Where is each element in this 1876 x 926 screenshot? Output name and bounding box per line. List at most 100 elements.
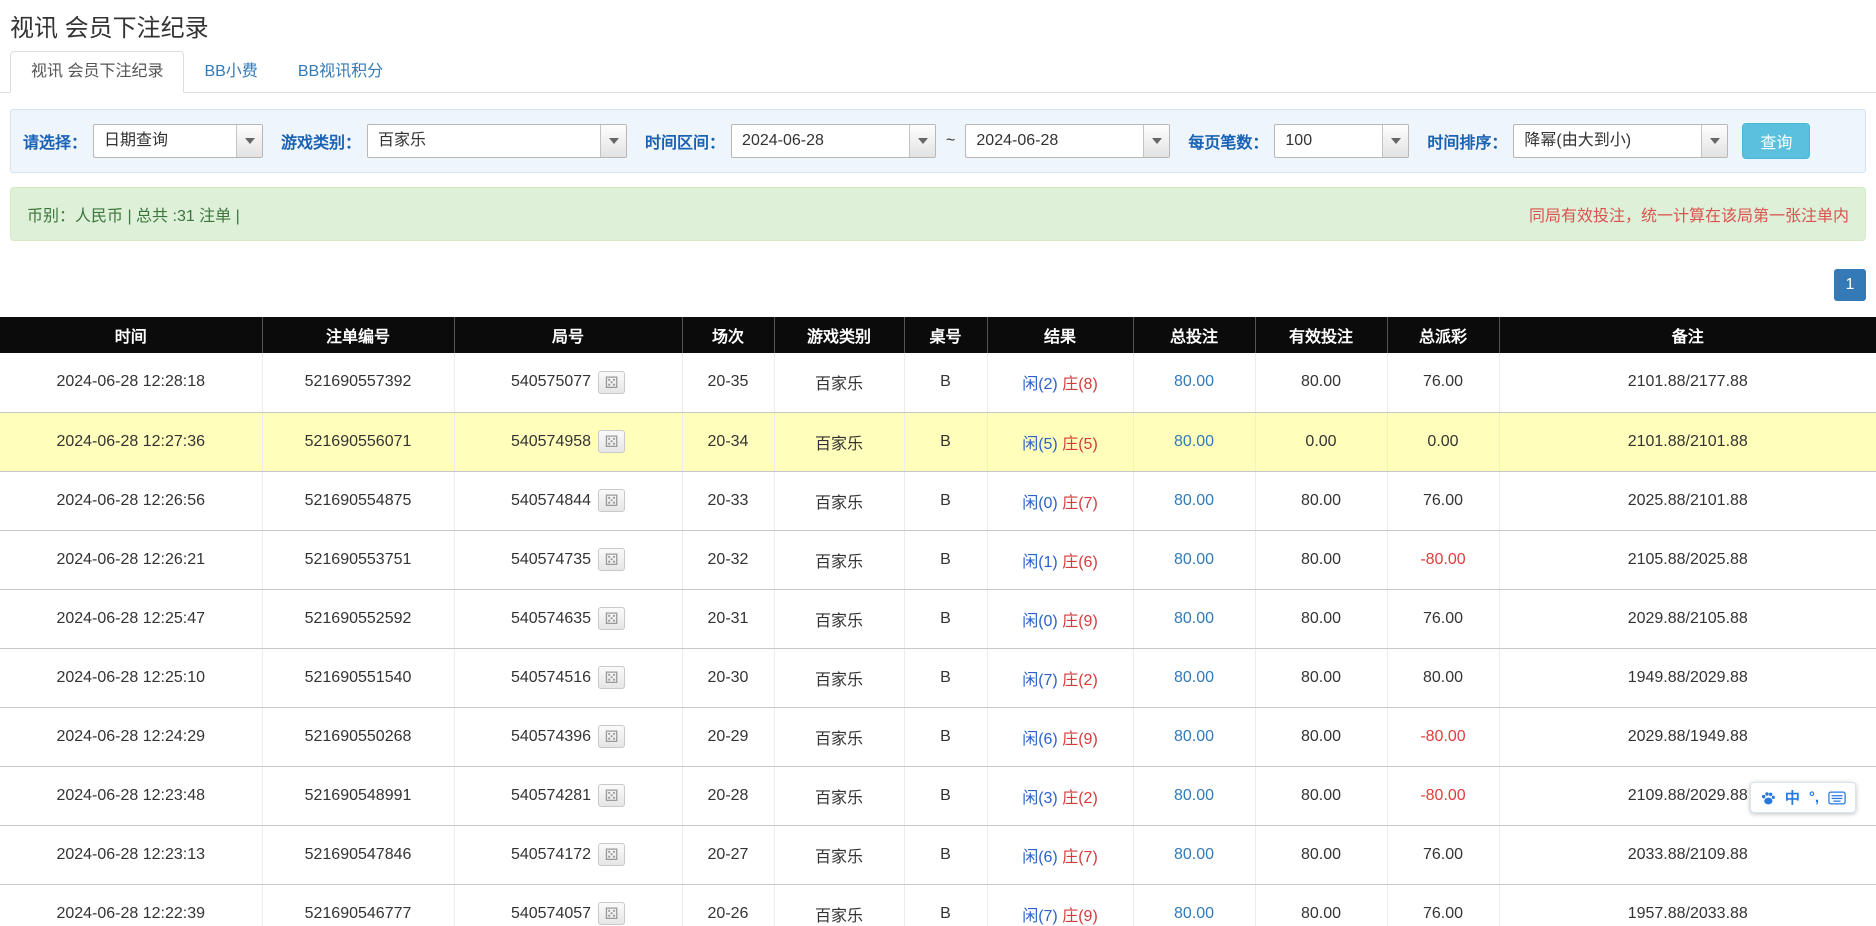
dice-icon[interactable]: ⚄	[598, 666, 625, 689]
round-id: 540574844	[511, 492, 591, 510]
total-bet-link[interactable]: 80.00	[1174, 728, 1214, 745]
cell-game-type: 百家乐	[774, 471, 904, 530]
ime-toolbar[interactable]: 中 °,	[1750, 782, 1856, 813]
payout-value: 76.00	[1423, 492, 1463, 509]
ime-lang-icon[interactable]: 中	[1785, 787, 1800, 808]
sort-order-select[interactable]: 降幂(由大到小)	[1513, 124, 1728, 158]
banker-result: 庄(6)	[1062, 554, 1098, 571]
dice-icon[interactable]: ⚄	[598, 430, 625, 453]
total-bet-link[interactable]: 80.00	[1174, 787, 1214, 804]
total-bet-link[interactable]: 80.00	[1174, 905, 1214, 922]
search-button[interactable]: 查询	[1742, 123, 1810, 159]
banker-result: 庄(5)	[1062, 436, 1098, 453]
dice-icon[interactable]: ⚄	[598, 371, 625, 394]
cell-session: 20-28	[682, 766, 774, 825]
total-bet-link[interactable]: 80.00	[1174, 433, 1214, 450]
ime-keyboard-icon[interactable]	[1828, 791, 1846, 805]
dice-icon[interactable]: ⚄	[598, 489, 625, 512]
table-row: 2024-06-28 12:25:47521690552592540574635…	[0, 589, 1876, 648]
dice-icon[interactable]: ⚄	[598, 902, 625, 925]
col-header-table: 桌号	[904, 317, 987, 353]
chevron-down-icon[interactable]	[1382, 125, 1408, 157]
cell-total-bet: 80.00	[1133, 707, 1255, 766]
cell-round: 540574057⚄	[454, 884, 682, 926]
cell-round: 540574635⚄	[454, 589, 682, 648]
cell-game-type: 百家乐	[774, 353, 904, 412]
payout-value: 0.00	[1427, 433, 1458, 450]
cell-session: 20-33	[682, 471, 774, 530]
cell-remark: 2029.88/1949.88	[1499, 707, 1876, 766]
ime-paw-icon[interactable]	[1760, 790, 1776, 806]
dice-icon[interactable]: ⚄	[598, 784, 625, 807]
chevron-down-icon[interactable]	[909, 125, 935, 157]
table-row: 2024-06-28 12:23:48521690548991540574281…	[0, 766, 1876, 825]
cell-payout: -80.00	[1387, 707, 1499, 766]
date-from-input[interactable]: 2024-06-28	[731, 124, 936, 158]
tab-betting-records[interactable]: 视讯 会员下注纪录	[10, 51, 184, 93]
cell-time: 2024-06-28 12:28:18	[0, 353, 262, 412]
cell-round: 540574172⚄	[454, 825, 682, 884]
dice-icon[interactable]: ⚄	[598, 725, 625, 748]
date-from-value: 2024-06-28	[732, 125, 909, 157]
date-to-input[interactable]: 2024-06-28	[965, 124, 1170, 158]
banker-result: 庄(7)	[1062, 495, 1098, 512]
total-bet-link[interactable]: 80.00	[1174, 846, 1214, 863]
total-bet-link[interactable]: 80.00	[1174, 551, 1214, 568]
cell-game-type: 百家乐	[774, 707, 904, 766]
cell-table: B	[904, 412, 987, 471]
cell-table: B	[904, 766, 987, 825]
player-result: 闲(3)	[1022, 790, 1058, 807]
cell-payout: 80.00	[1387, 648, 1499, 707]
col-header-round: 局号	[454, 317, 682, 353]
banker-result: 庄(2)	[1062, 790, 1098, 807]
cell-time: 2024-06-28 12:25:10	[0, 648, 262, 707]
cell-session: 20-31	[682, 589, 774, 648]
dice-icon[interactable]: ⚄	[598, 843, 625, 866]
dice-icon[interactable]: ⚄	[598, 548, 625, 571]
cell-game-type: 百家乐	[774, 825, 904, 884]
cell-total-bet: 80.00	[1133, 471, 1255, 530]
cell-game-type: 百家乐	[774, 530, 904, 589]
chevron-down-icon[interactable]	[1701, 125, 1727, 157]
total-bet-link[interactable]: 80.00	[1174, 492, 1214, 509]
cell-session: 20-35	[682, 353, 774, 412]
cell-round: 540574844 ⚄	[454, 471, 682, 530]
cell-valid-bet: 80.00	[1255, 353, 1387, 412]
chevron-down-icon[interactable]	[600, 125, 626, 157]
ime-punct-icon[interactable]: °,	[1809, 789, 1819, 806]
cell-table: B	[904, 353, 987, 412]
cell-session: 20-32	[682, 530, 774, 589]
total-bet-link[interactable]: 80.00	[1174, 373, 1214, 390]
page-size-select[interactable]: 100	[1274, 124, 1409, 158]
total-bet-link[interactable]: 80.00	[1174, 610, 1214, 627]
total-bet-link[interactable]: 80.00	[1174, 669, 1214, 686]
game-type-select[interactable]: 百家乐	[367, 124, 627, 158]
payout-value: 76.00	[1423, 610, 1463, 627]
chevron-down-icon[interactable]	[1143, 125, 1169, 157]
date-range-label: 时间区间：	[645, 129, 725, 153]
cell-time: 2024-06-28 12:22:39	[0, 884, 262, 926]
player-result: 闲(1)	[1022, 554, 1058, 571]
player-result: 闲(0)	[1022, 495, 1058, 512]
page-button-1[interactable]: 1	[1834, 269, 1866, 301]
cell-time: 2024-06-28 12:23:48	[0, 766, 262, 825]
col-header-total-bet: 总投注	[1133, 317, 1255, 353]
cell-bet-id: 521690551540	[262, 648, 454, 707]
cell-result: 闲(6) 庄(9)	[987, 707, 1133, 766]
tab-bb-tips[interactable]: BB小费	[184, 52, 277, 92]
cell-bet-id: 521690547846	[262, 825, 454, 884]
cell-result: 闲(7) 庄(9)	[987, 884, 1133, 926]
game-type-label: 游戏类别：	[281, 129, 361, 153]
cell-round: 540574396⚄	[454, 707, 682, 766]
player-result: 闲(2)	[1022, 376, 1058, 393]
payout-value: 76.00	[1423, 373, 1463, 390]
summary-bar: 币别：人民币 | 总共 :31 注单 | 同局有效投注，统一计算在该局第一张注单…	[10, 187, 1866, 241]
cell-remark: 2105.88/2025.88	[1499, 530, 1876, 589]
chevron-down-icon[interactable]	[236, 125, 262, 157]
cell-payout: 76.00	[1387, 884, 1499, 926]
cell-payout: 0.00	[1387, 412, 1499, 471]
query-type-select[interactable]: 日期查询	[93, 124, 263, 158]
dice-icon[interactable]: ⚄	[598, 607, 625, 630]
tab-bb-video-points[interactable]: BB视讯积分	[278, 52, 403, 92]
cell-payout: -80.00	[1387, 766, 1499, 825]
